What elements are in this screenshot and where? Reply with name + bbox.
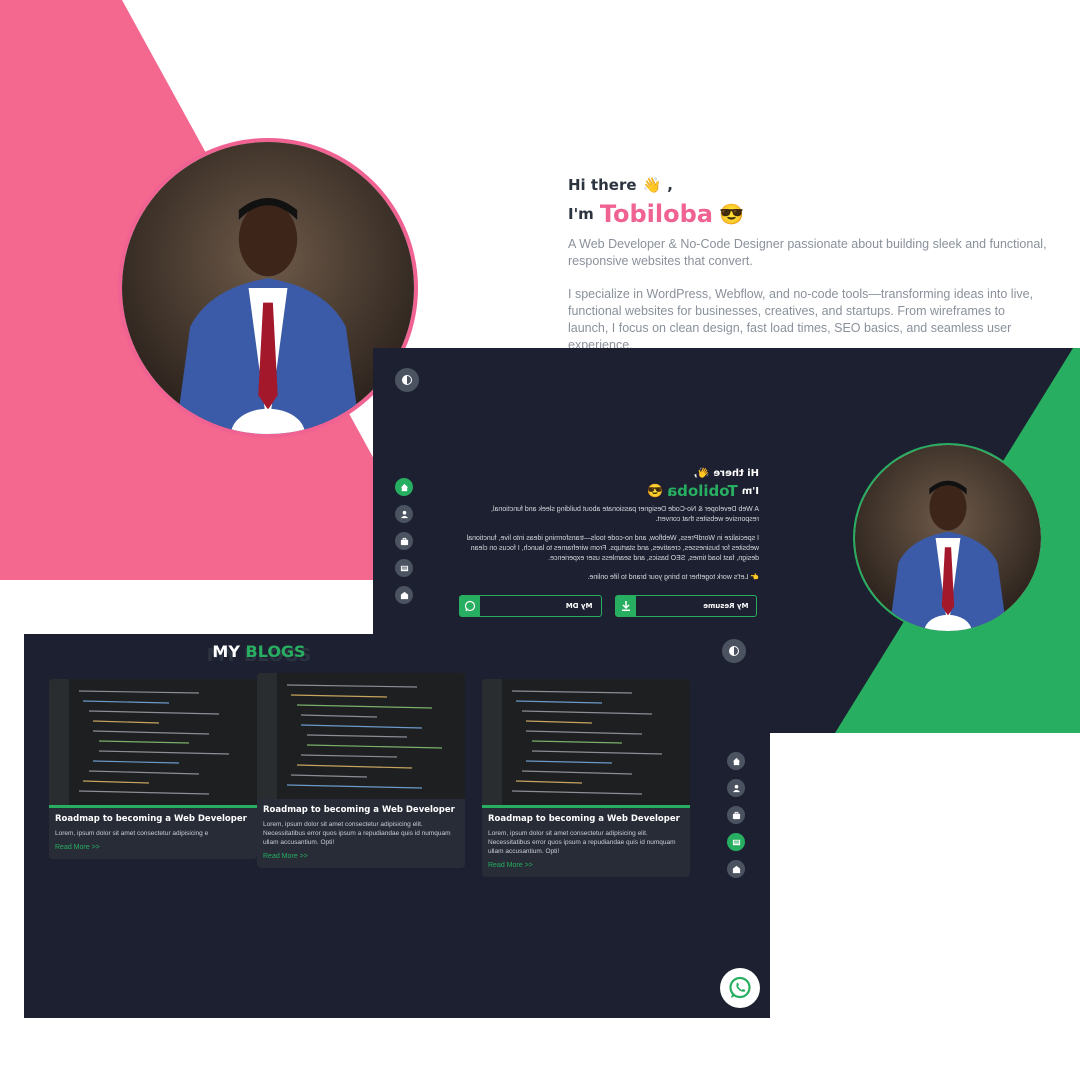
user-icon <box>400 510 408 518</box>
nav-contact[interactable] <box>727 860 745 878</box>
blogs-heading-green: BLOGS <box>245 642 306 661</box>
dark-profile-photo <box>853 443 1043 633</box>
blogs-heading-white: MY <box>212 642 240 661</box>
blogs-theme-toggle-button[interactable] <box>722 639 746 663</box>
download-icon <box>615 596 636 616</box>
blog-card-title: Roadmap to becoming a Web Developer <box>488 814 680 824</box>
nav-about[interactable] <box>727 779 745 797</box>
nav-blog[interactable] <box>395 559 413 577</box>
blog-card-title: Roadmap to becoming a Web Developer <box>263 805 455 815</box>
about-text: I specialize in WordPress, Webflow, and … <box>568 287 1034 352</box>
name-line: I'm Tobiloba 😎 <box>568 200 1048 228</box>
nav-home[interactable] <box>395 478 413 496</box>
code-image <box>482 679 690 805</box>
name-heading: Tobiloba <box>599 200 713 228</box>
code-thumbnail <box>482 679 690 805</box>
home-icon <box>400 483 408 491</box>
blog-card[interactable]: Roadmap to becoming a Web Developer Lore… <box>257 673 465 868</box>
nav-work[interactable] <box>395 532 413 550</box>
sunglasses-icon: 😎 <box>718 203 744 226</box>
contrast-icon <box>402 375 412 385</box>
dark-tagline: A Web Developer & No-Code Designer passi… <box>491 506 759 523</box>
blogs-heading: MY BLOGS MY BLOGS <box>24 642 494 666</box>
blog-icon <box>732 839 740 845</box>
read-more-link[interactable]: Read More >> <box>55 844 251 851</box>
im-text: I'm <box>568 205 594 223</box>
dark-greeting: Hi there 👋, <box>693 468 759 479</box>
dark-sunglasses-icon: 😎 <box>646 483 664 498</box>
dm-button[interactable]: My DM <box>459 595 602 617</box>
dark-im-text: I'm <box>741 485 759 497</box>
nav-home[interactable] <box>727 752 745 770</box>
code-thumbnail <box>49 679 257 805</box>
user-icon <box>732 784 740 792</box>
nav-contact[interactable] <box>395 586 413 604</box>
greeting-text: Hi there <box>568 176 637 194</box>
dark-about-text: I specialize in WordPress, Webflow, and … <box>466 535 759 562</box>
blog-card-excerpt: Lorem, ipsum dolor sit amet consectetur … <box>488 830 676 855</box>
contrast-icon <box>729 646 739 656</box>
whatsapp-float-button[interactable] <box>720 968 760 1008</box>
dark-name-line: I'm Tobiloba 😎 <box>459 482 759 500</box>
nav-blog[interactable] <box>727 833 745 851</box>
dark-intro: Hi there 👋, I'm Tobiloba 😎 A Web Develop… <box>459 468 759 583</box>
nav-about[interactable] <box>395 505 413 523</box>
blogs-screenshot: MY BLOGS MY BLOGS Roadmap to becoming a … <box>24 634 770 1018</box>
briefcase-icon <box>732 811 740 819</box>
resume-label: My Resume <box>702 602 748 610</box>
side-nav <box>395 478 413 604</box>
blog-card-excerpt: Lorem, ipsum dolor sit amet consectetur … <box>263 821 451 846</box>
nav-work[interactable] <box>727 806 745 824</box>
blog-card-title: Roadmap to becoming a Web Developer <box>55 814 247 824</box>
home-icon <box>732 757 740 765</box>
light-intro: Hi there 👋, I'm Tobiloba 😎 A Web Develop… <box>568 176 1048 354</box>
blog-icon <box>400 565 408 571</box>
tagline: A Web Developer & No-Code Designer passi… <box>568 237 1047 268</box>
read-more-link[interactable]: Read More >> <box>263 853 459 860</box>
code-image <box>49 679 257 805</box>
portrait-image <box>122 142 414 434</box>
theme-toggle-button[interactable] <box>395 368 419 392</box>
contact-icon <box>732 865 740 873</box>
whatsapp-icon <box>460 596 480 616</box>
dark-portrait-image <box>855 445 1041 631</box>
resume-button[interactable]: My Resume <box>614 595 757 617</box>
greeting: Hi there 👋, <box>568 176 1048 194</box>
dark-cta-text: 👉 Let's work together to bring your bran… <box>587 574 759 581</box>
dark-name-heading: Tobiloba <box>667 482 738 500</box>
dm-label: My DM <box>565 602 593 610</box>
blog-card-excerpt: Lorem, ipsum dolor sit amet consectetur … <box>55 830 209 837</box>
wave-icon: 👋 <box>642 176 662 194</box>
briefcase-icon <box>400 537 408 545</box>
code-image <box>257 673 465 799</box>
greeting-comma: , <box>667 176 673 194</box>
blog-card[interactable]: Roadmap to becoming a Web Developer Lore… <box>49 679 257 859</box>
read-more-link[interactable]: Read More >> <box>488 862 684 869</box>
dark-button-row: My DM My Resume <box>459 595 757 617</box>
contact-icon <box>400 591 408 599</box>
whatsapp-icon <box>729 976 751 999</box>
code-thumbnail <box>257 673 465 799</box>
blog-card[interactable]: Roadmap to becoming a Web Developer Lore… <box>482 679 690 877</box>
blogs-side-nav <box>727 752 745 878</box>
